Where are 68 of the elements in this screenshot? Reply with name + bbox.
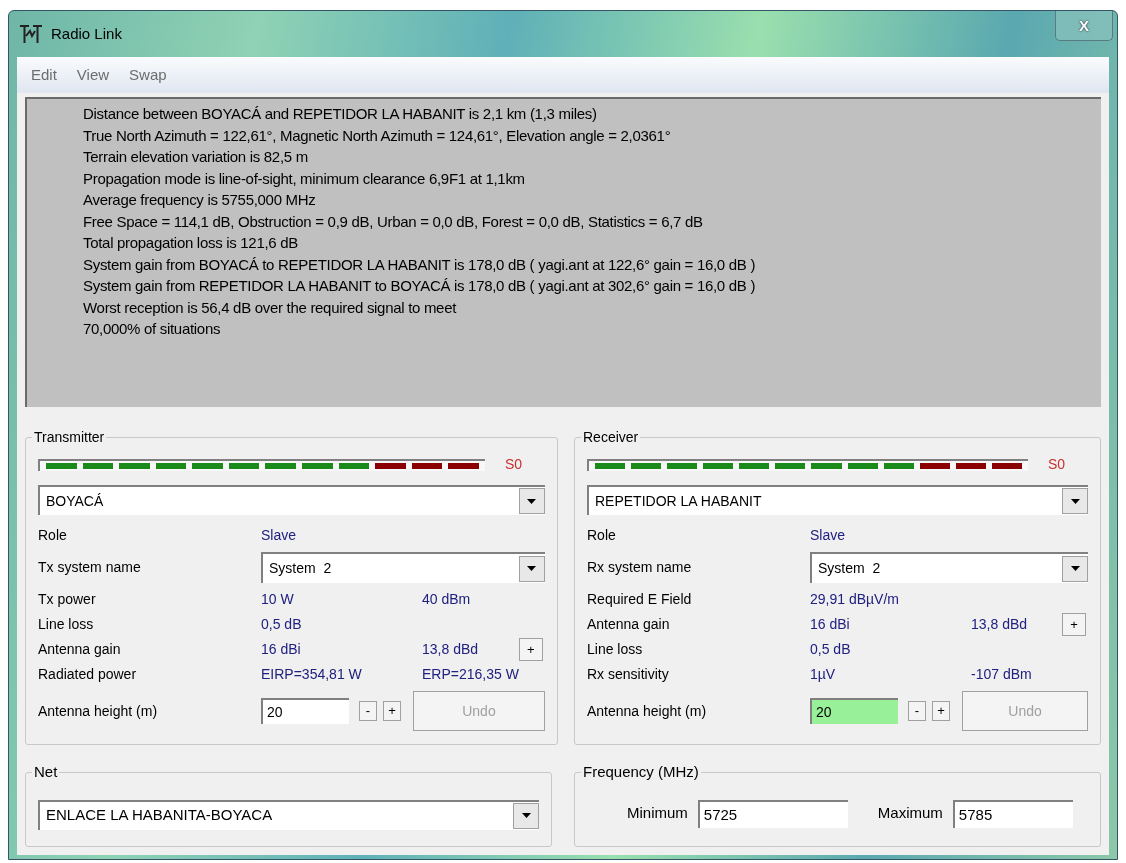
group-title: Receiver bbox=[582, 428, 640, 447]
plus-button[interactable]: + bbox=[1062, 613, 1086, 636]
row-value: 40 dBm bbox=[422, 590, 472, 609]
row-value: Slave bbox=[261, 526, 298, 545]
row-label: Antenna gain bbox=[38, 640, 122, 659]
window-title: Radio Link bbox=[51, 23, 122, 44]
row-value: -107 dBm bbox=[971, 665, 1033, 684]
row-value: 16 dBi bbox=[261, 640, 302, 659]
report-line: Total propagation loss is 121,6 dB bbox=[83, 233, 299, 253]
net-dropdown[interactable]: ENLACE LA HABANITA-BOYACA bbox=[38, 799, 539, 830]
height-field[interactable]: 20 bbox=[810, 698, 898, 724]
row-value: 0,5 dB bbox=[810, 640, 852, 659]
field-label: Maximum bbox=[877, 803, 943, 824]
menu-item[interactable]: Edit bbox=[31, 63, 57, 87]
row-label: Line loss bbox=[587, 640, 644, 659]
row-label: Required E Field bbox=[587, 590, 693, 609]
report-line: Free Space = 114,1 dB, Obstruction = 0,9 dB, Urban = 0,0 dB, Forest = 0,0 dB, Statistics = 6,7 dB bbox=[83, 211, 704, 232]
report-line: Distance between BOYACÁ and REPETIDOR LA HABANIT is 2,1 km (1,3 miles) bbox=[83, 104, 598, 124]
report-line: Average frequency is 5755,000 MHz bbox=[83, 190, 317, 210]
group-title: Net bbox=[33, 762, 59, 782]
group-title: Transmitter bbox=[33, 428, 106, 447]
row-label: Radiated power bbox=[38, 665, 138, 684]
row-label: Rx sensitivity bbox=[587, 665, 670, 684]
site-dropdown[interactable]: BOYACÁ bbox=[38, 485, 545, 515]
row-value: 1µV bbox=[810, 665, 837, 684]
row-label: Rx system name bbox=[587, 558, 693, 577]
system-dropdown[interactable]: System 2 bbox=[261, 552, 545, 583]
field-label: Minimum bbox=[627, 803, 688, 824]
minus-button[interactable]: - bbox=[359, 701, 377, 721]
report-line: 70,000% of situations bbox=[83, 319, 222, 339]
row-label: Tx power bbox=[38, 590, 97, 609]
row-value: EIRP=354,81 W bbox=[261, 665, 363, 684]
row-value: ERP=216,35 W bbox=[422, 665, 519, 684]
maximum-field[interactable]: 5785 bbox=[952, 799, 1073, 828]
height-field[interactable]: 20 bbox=[261, 698, 349, 724]
row-value: 13,8 dBd bbox=[422, 640, 480, 659]
row-label: Line loss bbox=[38, 615, 95, 634]
plus-button[interactable]: + bbox=[932, 701, 950, 721]
menu-item[interactable]: View bbox=[76, 63, 110, 87]
row-label: Antenna height (m) bbox=[587, 701, 708, 721]
row-value: 16 dBi bbox=[810, 615, 851, 634]
row-label: Antenna gain bbox=[587, 615, 671, 634]
system-dropdown[interactable]: System 2 bbox=[810, 552, 1088, 583]
plus-button[interactable]: + bbox=[383, 701, 401, 721]
row-label: Antenna height (m) bbox=[38, 701, 159, 721]
group-title: Frequency (MHz) bbox=[582, 762, 700, 782]
row-value: 29,91 dBµV/m bbox=[810, 590, 900, 609]
signal-reading: S0 bbox=[1048, 455, 1067, 474]
plus-button[interactable]: + bbox=[518, 638, 543, 661]
site-dropdown[interactable]: REPETIDOR LA HABANIT bbox=[587, 485, 1088, 515]
report-line: System gain from BOYACÁ to REPETIDOR LA HABANIT is 178,0 dB ( yagi.ant at 122,6° gain = 16,0 dB ) bbox=[83, 254, 757, 275]
row-label: Role bbox=[38, 526, 68, 545]
row-value: 0,5 dB bbox=[261, 615, 303, 634]
report-line: Worst reception is 56,4 dB over the required signal to meet bbox=[83, 297, 458, 318]
row-value: Slave bbox=[810, 526, 847, 545]
row-label: Tx system name bbox=[38, 558, 142, 577]
minus-button[interactable]: - bbox=[908, 701, 926, 721]
row-value: 10 W bbox=[261, 590, 295, 609]
report-line: Terrain elevation variation is 82,5 m bbox=[83, 147, 309, 167]
antenna-icon bbox=[19, 24, 43, 44]
row-value: 13,8 dBd bbox=[971, 615, 1029, 634]
signal-reading: S0 bbox=[504, 455, 523, 474]
minimum-field[interactable]: 5725 bbox=[697, 799, 848, 828]
report-line: Propagation mode is line-of-sight, minimum clearance 6,9F1 at 1,1km bbox=[83, 168, 526, 189]
row-label: Role bbox=[587, 526, 617, 545]
report-line: System gain from REPETIDOR LA HABANIT to BOYACÁ is 178,0 dB ( yagi.ant at 302,6° gain = 16,0 dB ) bbox=[83, 276, 757, 296]
menu-item[interactable]: Swap bbox=[129, 63, 167, 87]
report-line: True North Azimuth = 122,61°, Magnetic North Azimuth = 124,61°, Elevation angle = 2,0361° bbox=[83, 125, 672, 146]
